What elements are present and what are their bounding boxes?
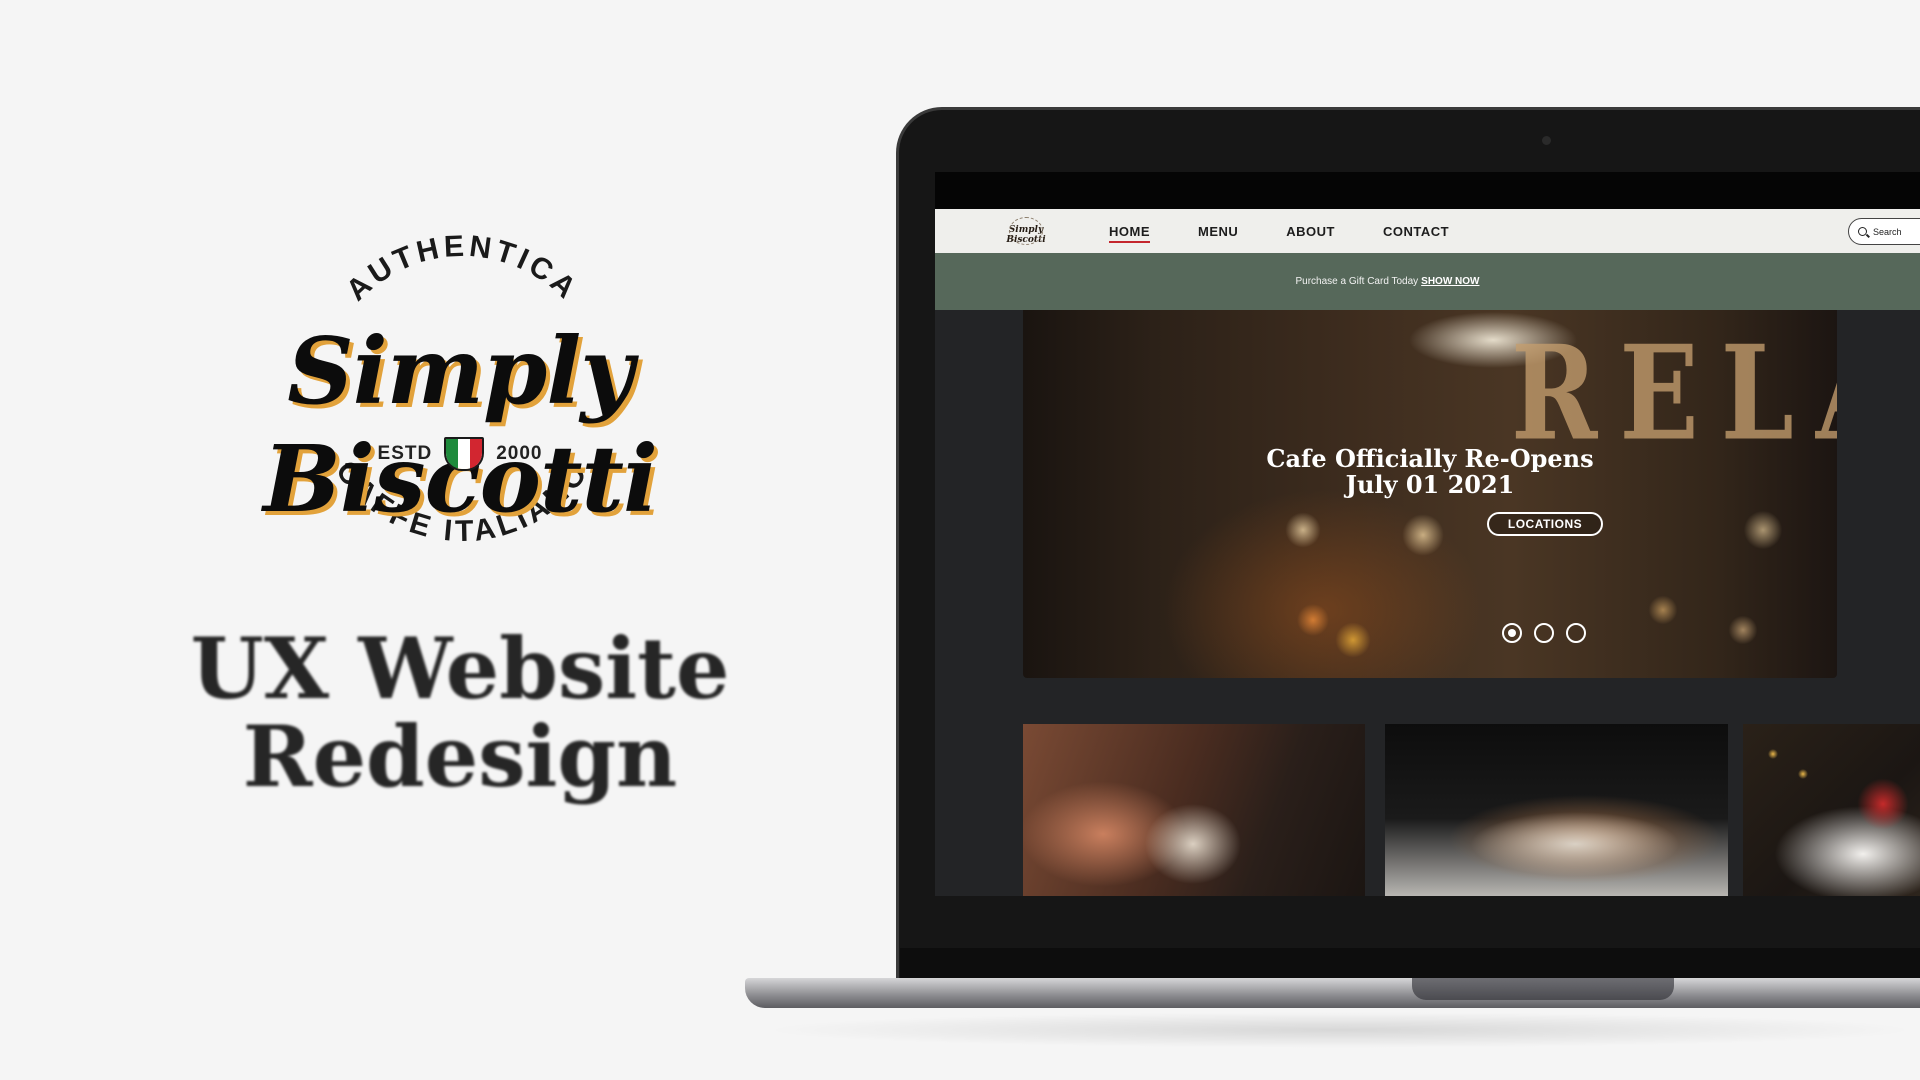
search-input[interactable] [1873,226,1917,237]
card-cannoli-image[interactable] [1385,724,1728,896]
laptop-screen: Simply Biscotti HOME MENU ABOUT CONTACT … [935,172,1920,896]
carousel-dot-2[interactable] [1534,623,1554,643]
carousel-dot-1[interactable] [1502,623,1522,643]
brand-name: Simply Biscotti [263,317,658,533]
carousel-dots [1502,623,1586,643]
page-headline: UX Website Redesign [100,625,820,801]
site-body: RELAX Cafe Officially Re-Opens July 01 2… [935,310,1920,896]
hero-title-line-2: July 01 2021 [1345,470,1515,499]
card-coffee-image[interactable] [1023,724,1365,896]
promo-text: Purchase a Gift Card Today [1295,276,1419,287]
promo-link[interactable]: SHOW NOW [1421,276,1479,287]
site-header: Simply Biscotti HOME MENU ABOUT CONTACT [935,209,1920,253]
promo-banner: Purchase a Gift Card Today SHOW NOW [935,253,1920,310]
laptop-bottom-bezel [900,948,1920,980]
italian-flag-icon [444,437,485,471]
hero-title-line-1: Cafe Officially Re-Opens [1266,444,1594,473]
card-dessert-image[interactable] [1743,724,1920,896]
headline-line-2: Redesign [242,707,678,806]
nav-menu[interactable]: MENU [1198,224,1238,239]
estd-year: 2000 [496,443,543,464]
laptop-base [745,978,1920,1008]
main-nav: HOME MENU ABOUT CONTACT [1109,209,1449,253]
search-icon [1858,227,1867,236]
laptop-shadow [760,1012,1920,1048]
site-logo[interactable]: Simply Biscotti [991,217,1061,245]
hero-title: Cafe Officially Re-Opens July 01 2021 [1023,446,1837,498]
nav-about[interactable]: ABOUT [1286,224,1335,239]
search-box[interactable] [1848,218,1920,245]
carousel-dot-3[interactable] [1566,623,1586,643]
estd-label: ESTD [377,443,433,464]
nav-home[interactable]: HOME [1109,224,1150,243]
brand-arc-top: AUTHENTICA [340,230,585,308]
locations-button[interactable]: LOCATIONS [1487,512,1603,536]
hero-carousel: RELAX Cafe Officially Re-Opens July 01 2… [1023,310,1837,678]
camera-icon [1542,136,1551,145]
brand-logo: AUTHENTICA CAFFE ITALIANO Simply Biscott… [100,225,820,570]
headline-line-1: UX Website [190,619,730,718]
estd-row: ESTD 2000 [100,437,820,471]
nav-contact[interactable]: CONTACT [1383,224,1449,239]
laptop-notch [1412,978,1674,1000]
